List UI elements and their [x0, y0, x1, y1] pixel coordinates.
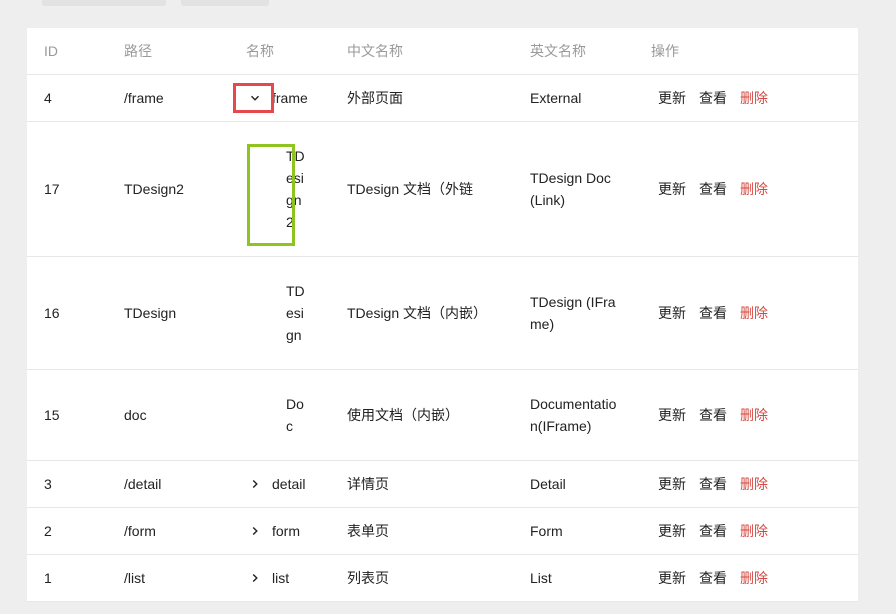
delete-button[interactable]: 删除 [740, 404, 768, 426]
update-button[interactable]: 更新 [658, 473, 686, 495]
cell-actions: 更新 查看 删除 [634, 369, 858, 461]
update-button[interactable]: 更新 [658, 302, 686, 324]
cell-actions: 更新 查看 删除 [634, 507, 858, 555]
view-button[interactable]: 查看 [699, 87, 727, 109]
view-button[interactable]: 查看 [699, 178, 727, 200]
toolbar-button-stub [181, 0, 269, 6]
cell-path: /frame [107, 74, 229, 122]
chevron-right-icon[interactable] [246, 478, 264, 490]
delete-button[interactable]: 删除 [740, 567, 768, 589]
name-label: frame [272, 90, 308, 106]
delete-button[interactable]: 删除 [740, 520, 768, 542]
cell-name: list [229, 554, 330, 602]
update-button[interactable]: 更新 [658, 178, 686, 200]
table-row: 3 /detail detail 详情页 Detail 更新 查看 删除 [27, 460, 858, 508]
cell-en-name: TDesign (IFrame) [513, 256, 634, 370]
cell-cn-name: 外部页面 [330, 74, 513, 122]
cell-id: 15 [27, 369, 107, 461]
view-button[interactable]: 查看 [699, 473, 727, 495]
cell-path: TDesign [107, 256, 229, 370]
name-label: detail [272, 476, 306, 492]
view-button[interactable]: 查看 [699, 404, 727, 426]
menu-table: ID 路径 名称 中文名称 英文名称 操作 4 /frame frame 外部页… [27, 28, 858, 602]
table-row: 4 /frame frame 外部页面 External 更新 查看 删除 [27, 74, 858, 122]
table-row: 17 TDesign2 TDesign2 TDesign 文档（外链 TDesi… [27, 121, 858, 257]
cell-name: form [229, 507, 330, 555]
name-label: list [272, 570, 290, 586]
table-row: 2 /form form 表单页 Form 更新 查看 删除 [27, 507, 858, 555]
header-cn-name: 中文名称 [330, 28, 513, 75]
cell-id: 16 [27, 256, 107, 370]
cell-id: 3 [27, 460, 107, 508]
cell-en-name: List [513, 554, 634, 602]
update-button[interactable]: 更新 [658, 567, 686, 589]
toolbar-button-stub [42, 0, 166, 6]
update-button[interactable]: 更新 [658, 520, 686, 542]
update-button[interactable]: 更新 [658, 87, 686, 109]
cell-cn-name: 表单页 [330, 507, 513, 555]
cell-cn-name: TDesign 文档（外链 [330, 121, 513, 257]
delete-button[interactable]: 删除 [740, 178, 768, 200]
highlight-box-expand-toggle [233, 83, 274, 113]
cell-cn-name: 使用文档（内嵌） [330, 369, 513, 461]
en-name-label: Documentation(IFrame) [530, 396, 617, 434]
cell-actions: 更新 查看 删除 [634, 460, 858, 508]
cell-en-name: Form [513, 507, 634, 555]
cell-name: TDesign [229, 256, 330, 370]
delete-button[interactable]: 删除 [740, 87, 768, 109]
header-en-name: 英文名称 [513, 28, 634, 75]
table-header-row: ID 路径 名称 中文名称 英文名称 操作 [27, 28, 858, 75]
update-button[interactable]: 更新 [658, 404, 686, 426]
header-path: 路径 [107, 28, 229, 75]
view-button[interactable]: 查看 [699, 302, 727, 324]
view-button[interactable]: 查看 [699, 567, 727, 589]
cell-en-name: TDesign Doc(Link) [513, 121, 634, 257]
cell-actions: 更新 查看 删除 [634, 74, 858, 122]
en-name-label: TDesign Doc(Link) [530, 170, 611, 208]
cell-actions: 更新 查看 删除 [634, 256, 858, 370]
table-row: 16 TDesign TDesign TDesign 文档（内嵌） TDesig… [27, 256, 858, 370]
highlight-box-empty-indent [247, 144, 295, 246]
header-actions: 操作 [634, 28, 858, 75]
delete-button[interactable]: 删除 [740, 473, 768, 495]
chevron-right-icon[interactable] [246, 525, 264, 537]
name-label: Doc [286, 396, 304, 434]
cell-id: 2 [27, 507, 107, 555]
cell-en-name: Detail [513, 460, 634, 508]
cell-en-name: External [513, 74, 634, 122]
header-name: 名称 [229, 28, 330, 75]
cell-path: TDesign2 [107, 121, 229, 257]
menu-table-card: ID 路径 名称 中文名称 英文名称 操作 4 /frame frame 外部页… [27, 28, 858, 602]
cell-cn-name: TDesign 文档（内嵌） [330, 256, 513, 370]
table-row: 15 doc Doc 使用文档（内嵌） Documentation(IFrame… [27, 369, 858, 461]
table-row: 1 /list list 列表页 List 更新 查看 删除 [27, 554, 858, 602]
header-id: ID [27, 28, 107, 75]
cell-path: doc [107, 369, 229, 461]
cell-id: 1 [27, 554, 107, 602]
name-label: TDesign [286, 283, 305, 343]
delete-button[interactable]: 删除 [740, 302, 768, 324]
name-label: form [272, 523, 300, 539]
cell-path: /list [107, 554, 229, 602]
cell-name: detail [229, 460, 330, 508]
cell-actions: 更新 查看 删除 [634, 121, 858, 257]
cell-id: 4 [27, 74, 107, 122]
cell-id: 17 [27, 121, 107, 257]
cell-actions: 更新 查看 删除 [634, 554, 858, 602]
view-button[interactable]: 查看 [699, 520, 727, 542]
cell-name: Doc [229, 369, 330, 461]
chevron-right-icon[interactable] [246, 572, 264, 584]
cell-en-name: Documentation(IFrame) [513, 369, 634, 461]
cell-path: /detail [107, 460, 229, 508]
cell-cn-name: 列表页 [330, 554, 513, 602]
cell-cn-name: 详情页 [330, 460, 513, 508]
en-name-label: TDesign (IFrame) [530, 294, 616, 332]
cell-path: /form [107, 507, 229, 555]
